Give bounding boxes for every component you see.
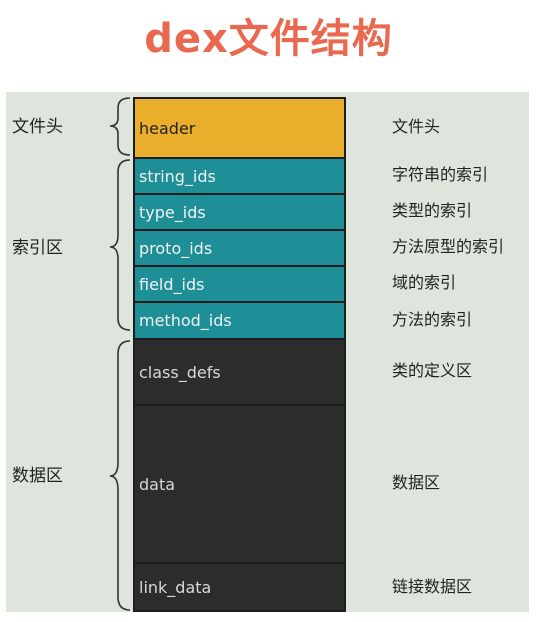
section-method-ids: method_ids bbox=[133, 301, 346, 338]
desc-field-ids: 域的索引 bbox=[392, 273, 457, 292]
desc-method-ids: 方法的索引 bbox=[392, 310, 473, 329]
section-class-defs: class_defs bbox=[133, 338, 346, 404]
section-link-data: link_data bbox=[133, 562, 346, 612]
section-string-ids: string_ids bbox=[133, 157, 346, 193]
group-label-data-area: 数据区 bbox=[12, 466, 63, 486]
section-name: method_ids bbox=[139, 311, 232, 330]
section-name: link_data bbox=[139, 577, 212, 597]
desc-type-ids: 类型的索引 bbox=[392, 201, 473, 220]
brace-index-area bbox=[109, 159, 131, 331]
desc-class-defs: 类的定义区 bbox=[392, 361, 473, 380]
desc-string-ids: 字符串的索引 bbox=[392, 165, 489, 184]
section-type-ids: type_ids bbox=[133, 193, 346, 229]
group-label-index-area: 索引区 bbox=[12, 238, 63, 258]
desc-header: 文件头 bbox=[392, 117, 441, 136]
section-header: header bbox=[133, 97, 346, 157]
section-field-ids: field_ids bbox=[133, 265, 346, 301]
desc-link-data: 链接数据区 bbox=[392, 577, 473, 596]
section-data: data bbox=[133, 404, 346, 562]
section-proto-ids: proto_ids bbox=[133, 229, 346, 265]
brace-data-area bbox=[109, 340, 131, 611]
desc-proto-ids: 方法原型的索引 bbox=[392, 237, 505, 256]
group-label-file-header: 文件头 bbox=[12, 117, 63, 137]
section-name: class_defs bbox=[139, 362, 221, 382]
desc-data: 数据区 bbox=[392, 473, 441, 492]
section-name: field_ids bbox=[139, 274, 205, 294]
section-name: header bbox=[139, 118, 196, 138]
section-name: proto_ids bbox=[139, 238, 213, 258]
section-name: type_ids bbox=[139, 202, 206, 222]
brace-file-header bbox=[109, 97, 131, 156]
section-name: data bbox=[139, 474, 176, 494]
section-name: string_ids bbox=[139, 166, 216, 186]
